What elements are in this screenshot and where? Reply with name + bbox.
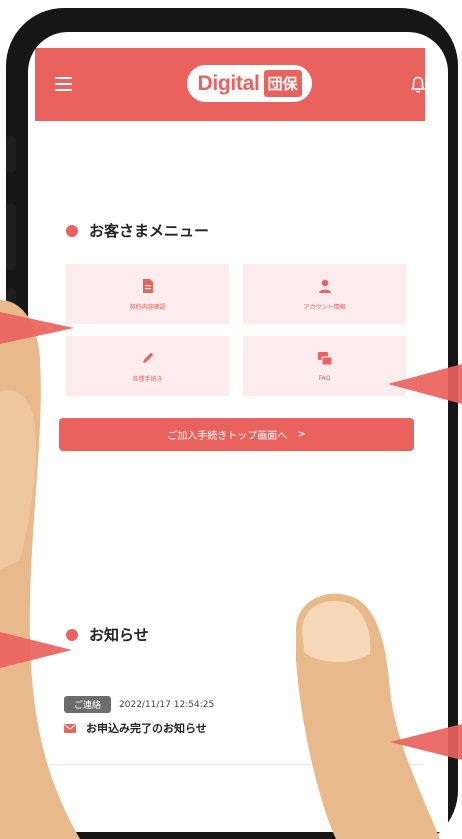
hamburger-menu-icon[interactable] (55, 77, 72, 91)
faq-icon (317, 351, 332, 365)
chevron-right-icon: > (297, 429, 306, 440)
logo-badge: 団保 (263, 70, 302, 97)
menu-tile-account[interactable]: アカウント情報 (243, 264, 406, 324)
cta-label: ご加入手続きトップ画面へ (167, 431, 288, 442)
menu-section-title: お客さまメニュー (66, 220, 209, 241)
phone-screen: Digital 団保 お客さまメニュー 契約内容確認 アカウント情報 各種手続き… (28, 32, 448, 832)
menu-tile-faq[interactable]: FAQ (243, 336, 406, 396)
stage: Digital 団保 お客さまメニュー 契約内容確認 アカウント情報 各種手続き… (0, 0, 462, 839)
section-dot (66, 628, 78, 641)
news-section-title: お知らせ (66, 624, 149, 645)
news-badge: ご連絡 (64, 696, 112, 713)
enrollment-top-button[interactable]: ご加入手続きトップ画面へ > (59, 418, 414, 451)
user-icon (318, 279, 331, 293)
mail-icon (64, 723, 76, 733)
app-logo[interactable]: Digital 団保 (187, 65, 312, 102)
menu-tile-procedures[interactable]: 各種手続き (66, 336, 229, 396)
phone-side-button (6, 136, 16, 172)
phone-frame: Digital 団保 お客さまメニュー 契約内容確認 アカウント情報 各種手続き… (6, 8, 458, 839)
menu-tile-label: FAQ (318, 374, 331, 382)
logo-text: Digital (197, 71, 260, 95)
phone-volume-down-button (6, 288, 16, 354)
menu-tile-contract[interactable]: 契約内容確認 (66, 264, 229, 324)
news-meta: ご連絡 2022/11/17 12:54:25 (64, 696, 214, 713)
section-dot (66, 224, 78, 237)
news-item[interactable]: お申込み完了のお知らせ (64, 720, 207, 736)
pencil-icon (142, 352, 153, 363)
menu-tile-label: 各種手続き (132, 375, 163, 383)
menu-tile-label: 契約内容確認 (129, 303, 166, 311)
news-text: お申込み完了のお知らせ (86, 722, 207, 735)
menu-title-text: お客さまメニュー (89, 222, 210, 240)
divider (34, 764, 424, 765)
app-header: Digital 団保 (35, 48, 425, 121)
list-icon[interactable] (298, 660, 310, 668)
menu-tile-label: アカウント情報 (303, 303, 346, 311)
news-title-text: お知らせ (89, 626, 149, 644)
bell-icon[interactable] (411, 76, 425, 94)
phone-volume-up-button (6, 204, 16, 270)
news-date: 2022/11/17 12:54:25 (119, 699, 215, 710)
document-icon (142, 278, 153, 293)
